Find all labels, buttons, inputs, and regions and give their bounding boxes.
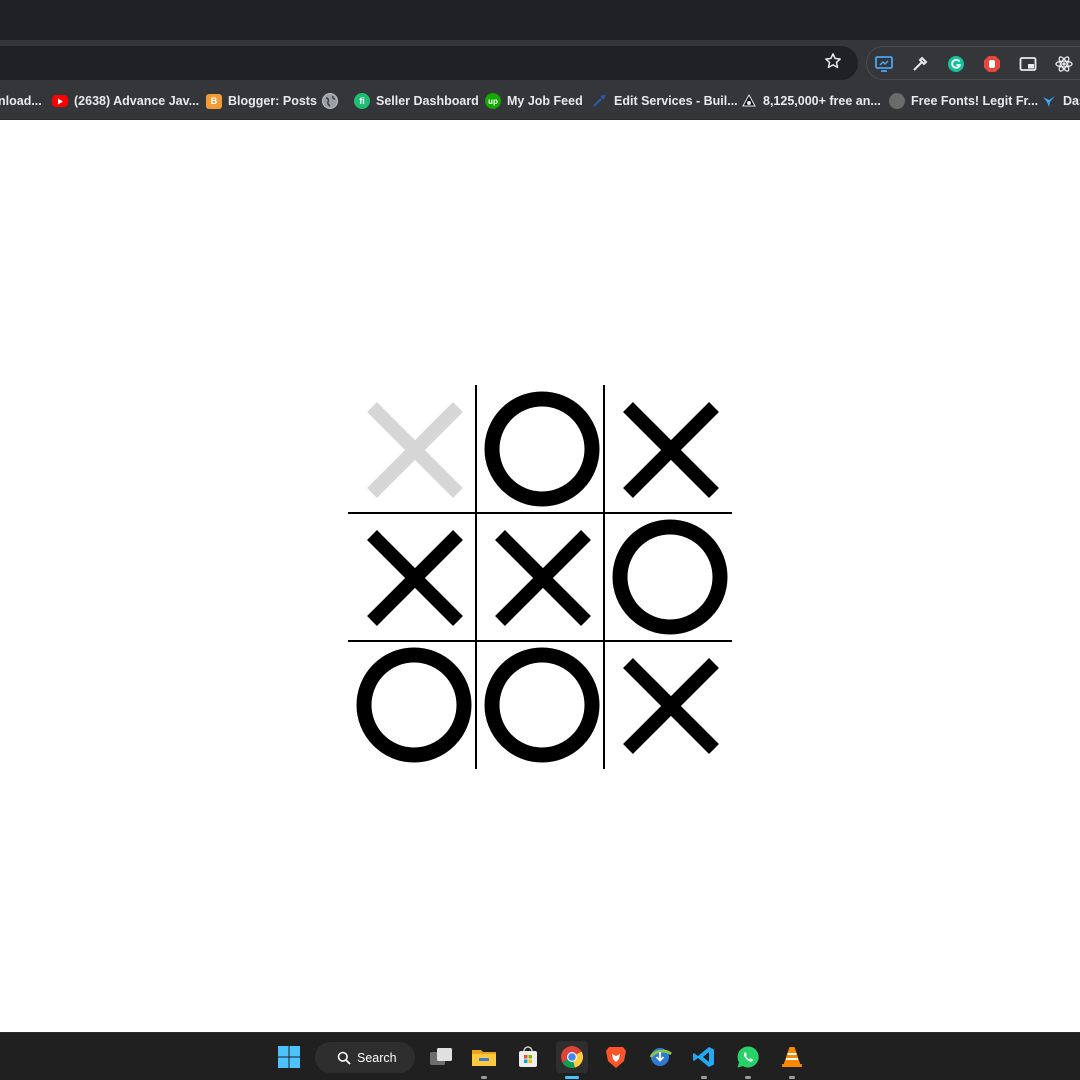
chrome-icon: [561, 1046, 583, 1069]
color-picker-icon[interactable]: [909, 53, 931, 75]
x-mark-icon: [495, 530, 591, 626]
bookmark-label: nload...: [0, 94, 42, 108]
address-bar[interactable]: [0, 46, 858, 80]
bookmark-item-edit-services[interactable]: Edit Services - Buil...: [592, 92, 738, 110]
bookmark-label: Edit Services - Buil...: [614, 94, 738, 108]
board-cell-1-1[interactable]: [476, 513, 604, 641]
tic-tac-toe-board: [348, 385, 732, 769]
bookmark-label: Blogger: Posts: [228, 94, 317, 108]
ad-blocker-icon[interactable]: [981, 53, 1003, 75]
globe-icon: [322, 93, 338, 109]
fonts-icon: [889, 93, 905, 109]
bookmark-item-free-fonts[interactable]: Free Fonts! Legit Fr...: [889, 92, 1038, 110]
store-icon: [519, 1046, 537, 1067]
grammarly-icon[interactable]: [945, 53, 967, 75]
running-indicator: [789, 1076, 795, 1079]
service-icon: [592, 93, 608, 109]
bookmark-label: Seller Dashboard: [376, 94, 479, 108]
start-button[interactable]: [273, 1041, 305, 1073]
running-indicator: [745, 1076, 751, 1079]
bookmark-label: (2638) Advance Jav...: [74, 94, 200, 108]
bookmark-item-seller-dashboard[interactable]: fi Seller Dashboard: [354, 92, 479, 110]
taskbar-microsoft-store[interactable]: [512, 1041, 544, 1073]
running-indicator: [565, 1076, 579, 1079]
bookmark-item-my-job-feed[interactable]: up My Job Feed: [485, 92, 583, 110]
taskbar-search-label: Search: [357, 1050, 397, 1065]
taskbar-search[interactable]: Search: [315, 1042, 415, 1073]
react-devtools-icon[interactable]: [1053, 53, 1075, 75]
taskbar-whatsapp[interactable]: [732, 1041, 764, 1079]
taskbar-file-explorer[interactable]: [468, 1041, 500, 1079]
windows-logo-icon: [278, 1046, 300, 1068]
bookmark-item-freepik[interactable]: 8,125,000+ free an...: [741, 92, 881, 110]
extensions-group: [866, 46, 1080, 80]
x-mark-icon: [367, 402, 463, 498]
folder-icon: [472, 1050, 496, 1066]
bookmark-item-youtube[interactable]: (2638) Advance Jav...: [52, 92, 199, 110]
freepik-icon: [741, 93, 757, 109]
x-mark-icon: [623, 658, 719, 754]
taskbar-brave[interactable]: [600, 1041, 632, 1073]
board-cell-2-2[interactable]: [604, 641, 732, 769]
taskbar: Search: [0, 1032, 1080, 1080]
bookmark-item-blogger[interactable]: B Blogger: Posts: [206, 92, 317, 110]
blogger-icon: B: [206, 93, 222, 109]
bookmark-item-download[interactable]: nload...: [0, 92, 42, 110]
bookmark-label: Das: [1063, 94, 1080, 108]
dashboard-icon: [1041, 93, 1057, 109]
taskbar-chrome[interactable]: [556, 1041, 588, 1079]
taskbar-download-manager[interactable]: [644, 1041, 676, 1073]
picture-in-picture-icon[interactable]: [1017, 53, 1039, 75]
taskbar-vscode[interactable]: [688, 1041, 720, 1079]
board-cell-1-0[interactable]: [348, 513, 476, 641]
task-view-button[interactable]: [425, 1041, 457, 1073]
vscode-icon: [693, 1047, 714, 1067]
whatsapp-icon: [737, 1046, 759, 1068]
o-mark-icon: [356, 647, 472, 763]
youtube-icon: [52, 95, 68, 107]
bookmark-label: My Job Feed: [507, 94, 583, 108]
tab-strip: [0, 0, 1080, 40]
task-view-icon: [430, 1048, 452, 1065]
o-mark-icon: [612, 519, 728, 635]
running-indicator: [481, 1076, 487, 1079]
search-icon: [337, 1051, 351, 1065]
board-cell-2-0[interactable]: [348, 641, 476, 769]
x-mark-icon: [623, 402, 719, 498]
browser-toolbar: [0, 44, 1080, 82]
fiverr-icon: fi: [354, 93, 370, 109]
bookmark-label: Free Fonts! Legit Fr...: [911, 94, 1039, 108]
bookmark-star-icon[interactable]: [822, 50, 844, 72]
board-cell-0-2[interactable]: [604, 385, 732, 513]
x-mark-icon: [367, 530, 463, 626]
board-cell-0-1[interactable]: [476, 385, 604, 513]
board-cell-2-1[interactable]: [476, 641, 604, 769]
bookmark-item-globe[interactable]: [322, 92, 338, 110]
download-manager-icon: [649, 1048, 672, 1066]
board-cell-1-2[interactable]: [604, 513, 732, 641]
bookmark-item-dashboard[interactable]: Das: [1041, 92, 1080, 110]
upwork-icon: up: [485, 93, 501, 109]
vlc-icon: [782, 1047, 802, 1067]
brave-icon: [606, 1047, 626, 1068]
running-indicator: [701, 1076, 707, 1079]
bookmark-label: 8,125,000+ free an...: [763, 94, 881, 108]
o-mark-icon: [484, 391, 600, 507]
taskbar-vlc[interactable]: [776, 1041, 808, 1079]
board-cell-0-0[interactable]: [348, 385, 476, 513]
o-mark-icon: [484, 647, 600, 763]
screen-cast-icon[interactable]: [873, 53, 895, 75]
page-content: [0, 121, 1080, 1032]
bookmarks-bar: nload... (2638) Advance Jav... B Blogger…: [0, 82, 1080, 120]
